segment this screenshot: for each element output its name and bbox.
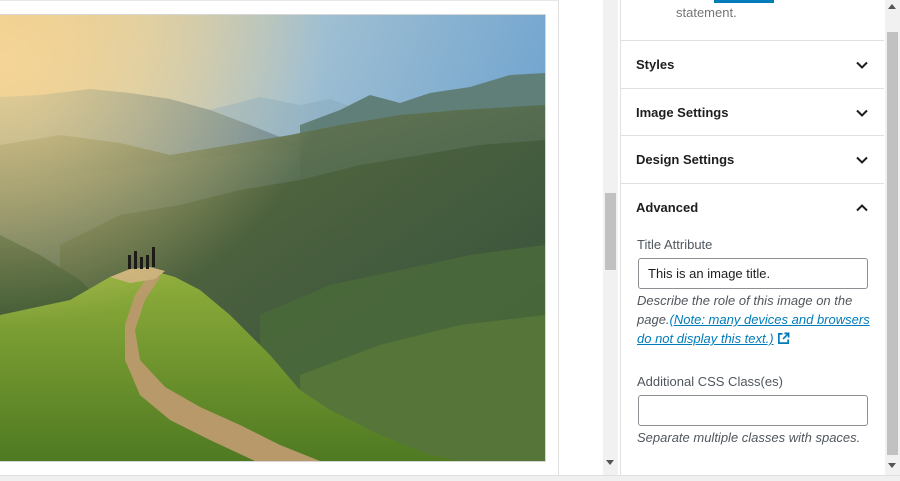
mountain-landscape-image — [0, 15, 545, 461]
panel-image-settings-title: Image Settings — [636, 105, 729, 120]
editor-scrollbar[interactable] — [603, 0, 618, 475]
scroll-down-arrow-icon[interactable] — [606, 460, 614, 465]
chevron-up-icon — [854, 200, 870, 216]
css-class-help: Separate multiple classes with spaces. — [637, 430, 861, 445]
panel-styles-toggle[interactable]: Styles — [621, 40, 884, 88]
panel-styles-title: Styles — [636, 57, 675, 72]
chevron-down-icon — [854, 152, 870, 168]
editor-canvas — [0, 0, 559, 475]
editor-scrollbar-thumb[interactable] — [605, 193, 616, 270]
scroll-down-arrow-icon[interactable] — [888, 463, 896, 468]
title-attribute-help: Describe the role of this image on the p… — [637, 291, 877, 348]
title-attribute-input[interactable] — [638, 258, 868, 289]
panel-design-settings-title: Design Settings — [636, 152, 735, 167]
scroll-up-arrow-icon[interactable] — [888, 4, 896, 9]
editor-top-divider — [0, 0, 559, 1]
title-attribute-help-link[interactable]: (Note: many devices and browsers do not … — [637, 312, 870, 346]
title-attribute-label: Title Attribute — [637, 237, 713, 252]
css-class-input[interactable] — [638, 395, 868, 426]
chevron-down-icon — [854, 57, 870, 73]
panel-advanced-title: Advanced — [636, 200, 699, 215]
external-link-icon[interactable] — [777, 331, 790, 344]
chevron-down-icon — [854, 105, 870, 121]
bottom-edge — [0, 475, 900, 481]
panel-design-settings-toggle[interactable]: Design Settings — [621, 135, 884, 183]
sidebar-scrollbar[interactable] — [885, 0, 900, 475]
block-inspector-sidebar: statement. Styles Image Settings Design … — [620, 0, 884, 475]
panel-advanced-toggle[interactable]: Advanced — [621, 183, 884, 231]
sidebar-scrollbar-thumb[interactable] — [887, 32, 898, 455]
clipped-help-text: statement. — [676, 5, 737, 20]
active-tab-indicator — [714, 0, 774, 3]
panel-image-settings-toggle[interactable]: Image Settings — [621, 88, 884, 136]
css-class-label: Additional CSS Class(es) — [637, 374, 783, 389]
image-block[interactable] — [0, 15, 545, 461]
